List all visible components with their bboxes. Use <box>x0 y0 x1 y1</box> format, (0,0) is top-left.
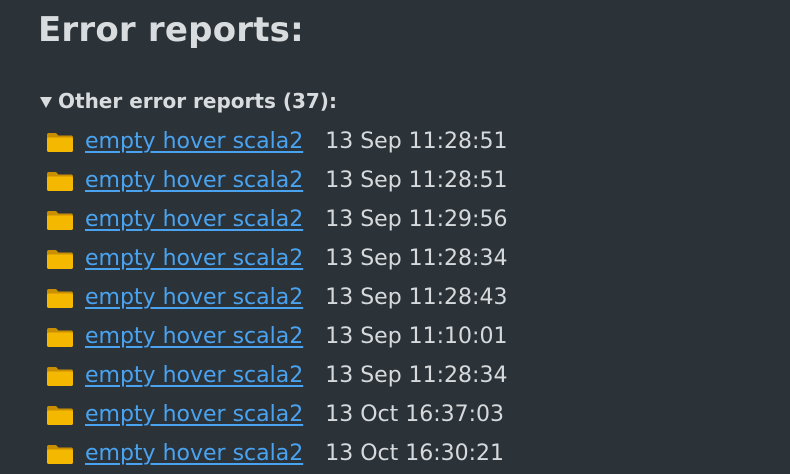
report-link[interactable]: empty hover scala2 <box>85 324 303 349</box>
report-timestamp: 13 Sep 11:28:34 <box>325 363 508 388</box>
report-timestamp: 13 Oct 16:37:03 <box>325 402 505 427</box>
list-item: empty hover scala2 13 Sep 11:28:34 <box>38 239 778 278</box>
report-timestamp: 13 Sep 11:28:43 <box>325 285 508 310</box>
folder-icon <box>46 326 74 348</box>
folder-icon <box>46 248 74 270</box>
report-link[interactable]: empty hover scala2 <box>85 363 303 388</box>
list-item: empty hover scala2 13 Sep 11:28:51 <box>38 161 778 200</box>
report-timestamp: 13 Sep 11:28:34 <box>325 246 508 271</box>
report-link[interactable]: empty hover scala2 <box>85 441 303 466</box>
list-item: empty hover scala2 13 Sep 11:10:01 <box>38 317 778 356</box>
report-timestamp: 13 Sep 11:29:56 <box>325 207 508 232</box>
section-header-label: Other error reports (37): <box>58 89 337 113</box>
other-error-reports-section: Other error reports (37): empty hover sc… <box>38 88 778 473</box>
section-toggle[interactable]: Other error reports (37): <box>38 88 778 114</box>
report-link[interactable]: empty hover scala2 <box>85 285 303 310</box>
folder-icon <box>46 404 74 426</box>
report-link[interactable]: empty hover scala2 <box>85 207 303 232</box>
folder-icon <box>46 287 74 309</box>
report-list: empty hover scala2 13 Sep 11:28:51 empty… <box>38 122 778 473</box>
report-timestamp: 13 Sep 11:28:51 <box>325 129 508 154</box>
list-item: empty hover scala2 13 Sep 11:28:43 <box>38 278 778 317</box>
folder-icon <box>46 170 74 192</box>
folder-icon <box>46 209 74 231</box>
report-timestamp: 13 Sep 11:28:51 <box>325 168 508 193</box>
report-timestamp: 13 Sep 11:10:01 <box>325 324 508 349</box>
page-title: Error reports: <box>38 10 304 50</box>
list-item: empty hover scala2 13 Sep 11:29:56 <box>38 200 778 239</box>
list-item: empty hover scala2 13 Sep 11:28:34 <box>38 356 778 395</box>
triangle-down-icon[interactable] <box>40 96 52 108</box>
report-link[interactable]: empty hover scala2 <box>85 129 303 154</box>
list-item: empty hover scala2 13 Oct 16:30:21 <box>38 434 778 473</box>
report-link[interactable]: empty hover scala2 <box>85 402 303 427</box>
list-item: empty hover scala2 13 Sep 11:28:51 <box>38 122 778 161</box>
folder-icon <box>46 365 74 387</box>
folder-icon <box>46 443 74 465</box>
report-link[interactable]: empty hover scala2 <box>85 168 303 193</box>
report-link[interactable]: empty hover scala2 <box>85 246 303 271</box>
list-item: empty hover scala2 13 Oct 16:37:03 <box>38 395 778 434</box>
folder-icon <box>46 131 74 153</box>
report-timestamp: 13 Oct 16:30:21 <box>325 441 505 466</box>
